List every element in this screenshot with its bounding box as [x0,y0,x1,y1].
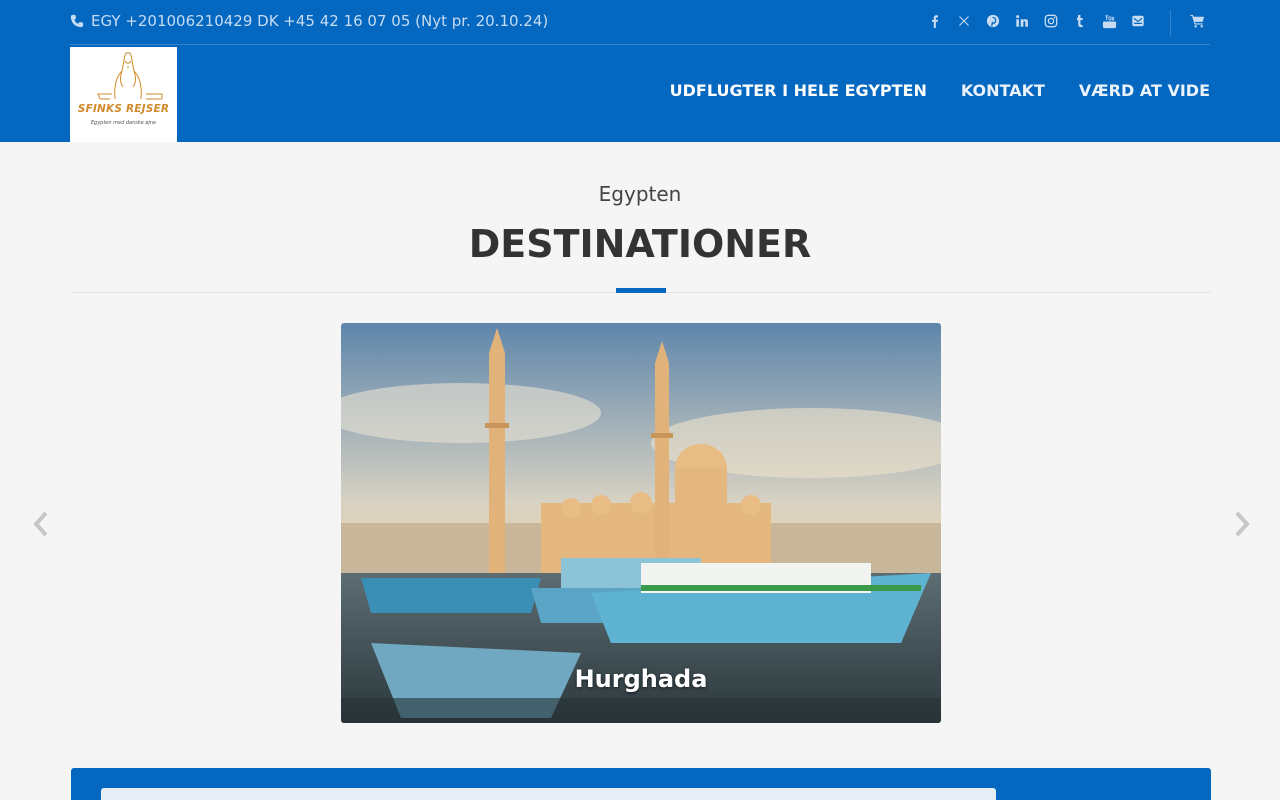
chevron-left-icon[interactable] [31,510,51,538]
nav-item-kontakt[interactable]: KONTAKT [961,81,1045,100]
instagram-icon[interactable] [1043,13,1059,29]
logo-tagline: Egypten med danske øjne [90,120,157,126]
site-logo[interactable]: SFINKS REJSER Egypten med danske øjne [70,47,177,142]
nav-item-udflugter[interactable]: UDFLUGTER I HELE EGYPTEN [670,81,927,100]
slide-caption: Hurghada [574,665,708,693]
tumblr-icon[interactable] [1072,13,1088,29]
facebook-icon[interactable] [927,13,943,29]
logo-brand: SFINKS REJSER [77,103,170,115]
phone-icon [70,14,84,28]
social-links [914,13,1146,29]
slide-image-hurghada [341,323,941,723]
contact-info: EGY +201006210429 DK +45 42 16 07 05 (Ny… [70,12,548,30]
chevron-right-icon[interactable] [1232,510,1252,538]
search-panel [71,768,1211,800]
search-input[interactable] [101,788,996,800]
topbar-divider [1170,10,1171,36]
contact-phone-text: EGY +201006210429 DK +45 42 16 07 05 (Ny… [91,12,549,30]
title-accent-bar [616,288,666,293]
pinterest-icon[interactable] [985,13,1001,29]
email-icon[interactable] [1130,13,1146,29]
top-bar: EGY +201006210429 DK +45 42 16 07 05 (Ny… [70,0,1210,45]
section-subtitle: Egypten [598,182,682,206]
nav-item-vaerd-at-vide[interactable]: VÆRD AT VIDE [1079,81,1210,100]
cart-icon[interactable] [1190,13,1206,29]
main-nav: UDFLUGTER I HELE EGYPTEN KONTAKT VÆRD AT… [636,81,1210,100]
youtube-icon[interactable] [1101,13,1117,29]
x-twitter-icon[interactable] [956,13,972,29]
site-header: EGY +201006210429 DK +45 42 16 07 05 (Ny… [0,0,1280,142]
carousel-slide[interactable]: Hurghada [341,323,941,723]
section-title: DESTINATIONER [468,222,812,266]
linkedin-icon[interactable] [1014,13,1030,29]
